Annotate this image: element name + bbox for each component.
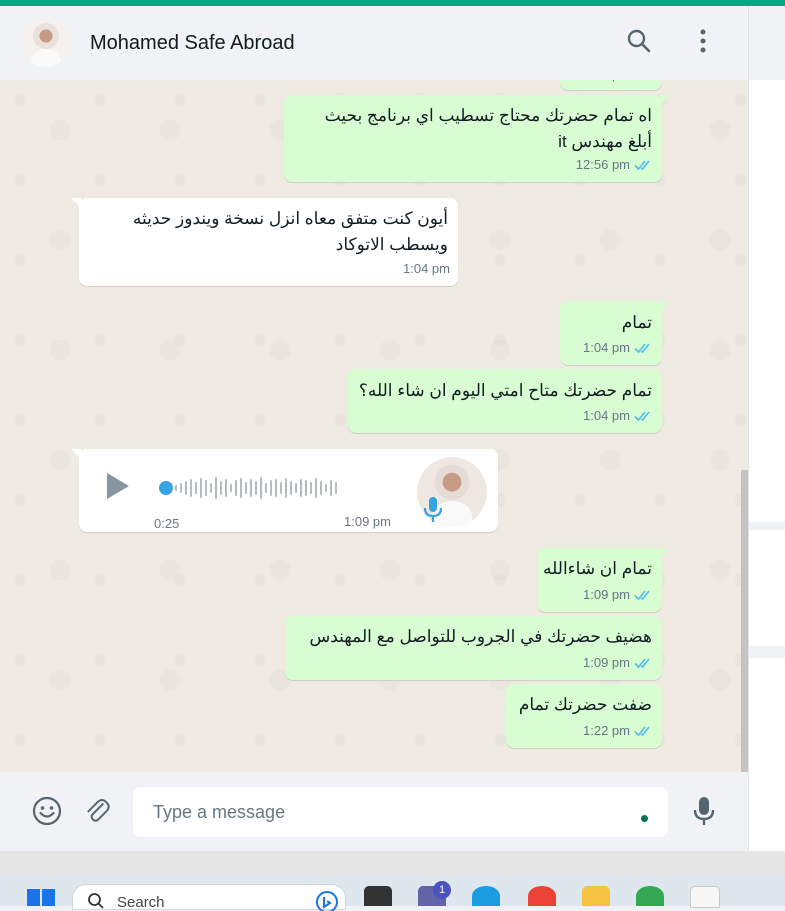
waveform-bar — [270, 480, 272, 496]
voice-message-bubble[interactable]: 0:25 1:09 pm — [71, 449, 498, 532]
message-time: 12:55 pm — [576, 80, 630, 88]
message-time: 1:04 pm — [403, 261, 450, 276]
message-list[interactable]: 12:55 pm اه تمام حضرتك محتاج تسطيب اي بر… — [0, 80, 748, 772]
waveform-bar — [215, 477, 217, 499]
taskbar-app-icon[interactable] — [364, 886, 392, 906]
message-time: 1:04 pm — [583, 408, 630, 423]
waveform-bar — [265, 483, 267, 493]
taskbar-search-box[interactable]: Search — [72, 884, 346, 911]
paperclip-icon[interactable] — [82, 795, 114, 827]
message-bubble-outgoing[interactable]: تمام ان شاءالله 1:09 pm — [537, 548, 670, 612]
waveform-bar — [300, 479, 302, 497]
waveform-bar — [305, 480, 307, 496]
waveform-bar — [240, 478, 242, 498]
message-time: 1:09 pm — [583, 655, 630, 670]
message-text-line: هضيف حضرتك في الجروب للتواصل مع المهندس — [309, 627, 652, 646]
message-bubble-outgoing[interactable]: اه تمام حضرتك محتاج تسطيب اي برنامج بحيث… — [284, 95, 670, 182]
microphone-icon[interactable] — [688, 795, 720, 827]
message-composer — [0, 772, 748, 851]
waveform-bar — [255, 481, 257, 495]
waveform-bar — [330, 480, 332, 496]
scrollbar[interactable] — [741, 470, 748, 772]
taskbar-search-label: Search — [117, 894, 165, 911]
waveform-bar — [200, 478, 202, 498]
message-text-line: تمام ان شاءالله — [543, 559, 652, 578]
waveform-bar — [205, 480, 207, 496]
waveform-bar — [235, 480, 237, 496]
waveform-bar — [325, 484, 327, 492]
search-icon[interactable] — [624, 26, 654, 56]
waveform-bar — [175, 485, 177, 491]
voice-waveform[interactable] — [175, 473, 385, 503]
waveform-bar — [185, 481, 187, 495]
waveform-bar — [320, 481, 322, 495]
message-time: 1:04 pm — [583, 340, 630, 355]
windows-taskbar: Search 1 — [0, 875, 785, 911]
chat-header[interactable]: Mohamed Safe Abroad — [0, 6, 748, 81]
microphone-icon — [423, 497, 443, 522]
message-bubble-partial[interactable]: 12:55 pm — [560, 80, 662, 90]
waveform-bar — [295, 483, 297, 493]
message-bubble-outgoing[interactable]: تمام حضرتك متاح امتي اليوم ان شاء الله؟ … — [348, 369, 662, 433]
message-time: 1:09 pm — [344, 514, 391, 529]
message-time: 1:22 pm — [583, 723, 630, 738]
chrome-profile-icon[interactable] — [636, 886, 664, 906]
message-text-line: ضفت حضرتك تمام — [518, 695, 652, 714]
waveform-bar — [315, 478, 317, 498]
message-text-line: اه تمام حضرتك محتاج تسطيب اي برنامج بحيث — [324, 106, 652, 125]
message-input[interactable] — [133, 787, 668, 837]
message-text-line: أيون كنت متفق معاه انزل نسخة ويندوز حديث… — [132, 209, 448, 228]
message-text-line: تمام حضرتك متاح امتي اليوم ان شاء الله؟ — [358, 381, 652, 400]
file-explorer-icon[interactable] — [582, 886, 610, 906]
contact-name[interactable]: Mohamed Safe Abroad — [90, 32, 295, 55]
waveform-bar — [335, 482, 337, 494]
read-ticks-icon — [634, 411, 650, 422]
read-ticks-icon — [634, 343, 650, 354]
waveform-bar — [225, 479, 227, 497]
waveform-bar — [290, 481, 292, 495]
bing-icon[interactable] — [315, 889, 339, 911]
waveform-bar — [190, 479, 192, 497]
edge-icon[interactable] — [472, 886, 500, 906]
play-icon[interactable] — [105, 471, 131, 501]
waveform-bar — [245, 482, 247, 494]
input-indicator-dot — [641, 815, 648, 822]
waveform-bar — [180, 483, 182, 493]
read-ticks-icon — [634, 160, 650, 171]
read-ticks-icon — [634, 658, 650, 669]
waveform-bar — [285, 478, 287, 498]
voice-progress-knob[interactable] — [159, 481, 173, 495]
message-bubble-incoming[interactable]: أيون كنت متفق معاه انزل نسخة ويندوز حديث… — [71, 198, 458, 286]
windows-start-icon[interactable] — [27, 889, 55, 906]
waveform-bar — [220, 481, 222, 495]
message-text-line: تمام — [621, 313, 652, 332]
message-time: 1:09 pm — [583, 587, 630, 602]
waveform-bar — [210, 483, 212, 493]
waveform-bar — [280, 482, 282, 494]
chrome-icon[interactable] — [528, 886, 556, 906]
read-ticks-icon — [634, 726, 650, 737]
side-panel — [748, 6, 785, 851]
contact-avatar[interactable] — [21, 17, 71, 67]
waveform-bar — [260, 477, 262, 499]
message-bubble-outgoing[interactable]: تمام 1:04 pm — [560, 301, 670, 365]
message-time: 12:56 pm — [575, 157, 630, 172]
voice-duration: 0:25 — [154, 516, 180, 531]
snipping-tool-icon[interactable] — [690, 886, 720, 908]
waveform-bar — [195, 482, 197, 494]
notification-badge: 1 — [433, 881, 451, 899]
message-bubble-outgoing[interactable]: هضيف حضرتك في الجروب للتواصل مع المهندس … — [285, 616, 662, 680]
waveform-bar — [250, 479, 252, 497]
window-gap — [0, 851, 785, 875]
read-ticks-icon — [634, 590, 650, 601]
waveform-bar — [230, 484, 232, 492]
read-ticks-icon — [638, 80, 643, 81]
message-text-line: ويسطب الاتوكاد — [335, 235, 448, 254]
search-icon — [88, 893, 104, 909]
waveform-bar — [310, 482, 312, 494]
emoji-icon[interactable] — [31, 795, 63, 827]
more-vertical-icon[interactable] — [688, 26, 718, 56]
message-bubble-outgoing[interactable]: ضفت حضرتك تمام 1:22 pm — [506, 684, 662, 748]
waveform-bar — [275, 479, 277, 497]
